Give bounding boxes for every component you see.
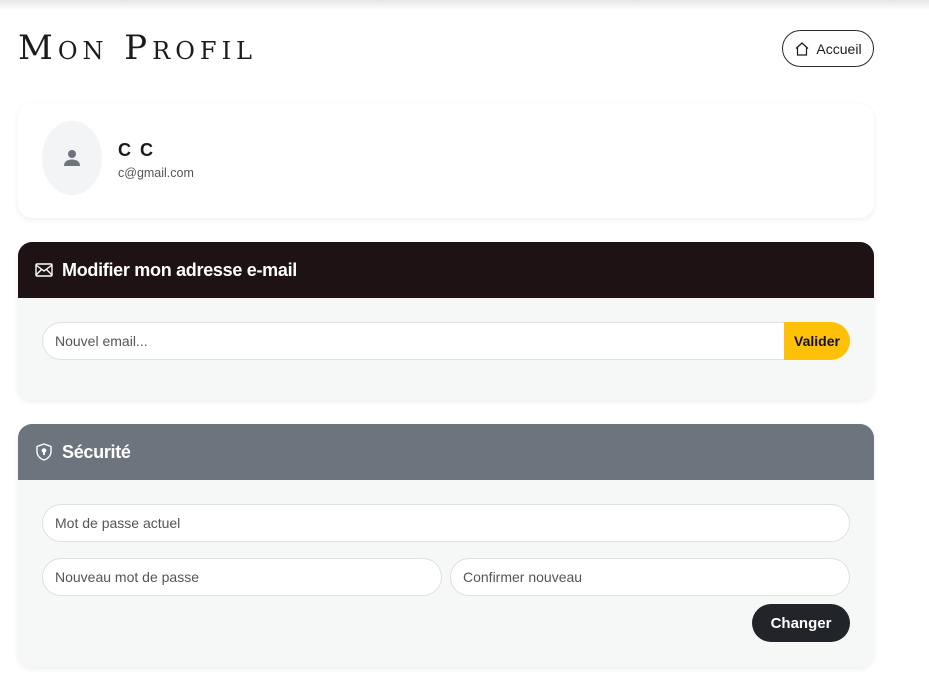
current-password-input[interactable] xyxy=(42,504,850,542)
home-icon xyxy=(796,41,809,56)
page-title: Mon Profil xyxy=(18,28,257,68)
valider-button[interactable]: Valider xyxy=(784,322,850,360)
person-icon xyxy=(64,150,80,166)
home-button-label: Accueil xyxy=(816,40,862,57)
confirm-password-input[interactable] xyxy=(450,558,850,596)
envelope-icon xyxy=(35,263,53,277)
top-shadow xyxy=(0,0,929,10)
changer-button[interactable]: Changer xyxy=(752,604,850,642)
security-section-title: Sécurité xyxy=(62,441,131,462)
new-email-input[interactable] xyxy=(42,322,788,360)
profile-card: C C c@gmail.com xyxy=(18,104,874,218)
shield-icon xyxy=(36,443,52,461)
email-section: Modifier mon adresse e-mail Valider xyxy=(18,242,874,400)
user-email: c@gmail.com xyxy=(118,166,194,180)
home-button[interactable]: Accueil xyxy=(782,30,874,67)
email-section-header: Modifier mon adresse e-mail xyxy=(18,242,874,298)
security-section-header: Sécurité xyxy=(18,424,874,480)
email-section-title: Modifier mon adresse e-mail xyxy=(62,259,297,280)
new-password-input[interactable] xyxy=(42,558,442,596)
user-name: C C xyxy=(118,140,155,160)
security-section: Sécurité Changer xyxy=(18,424,874,667)
avatar xyxy=(42,121,102,195)
